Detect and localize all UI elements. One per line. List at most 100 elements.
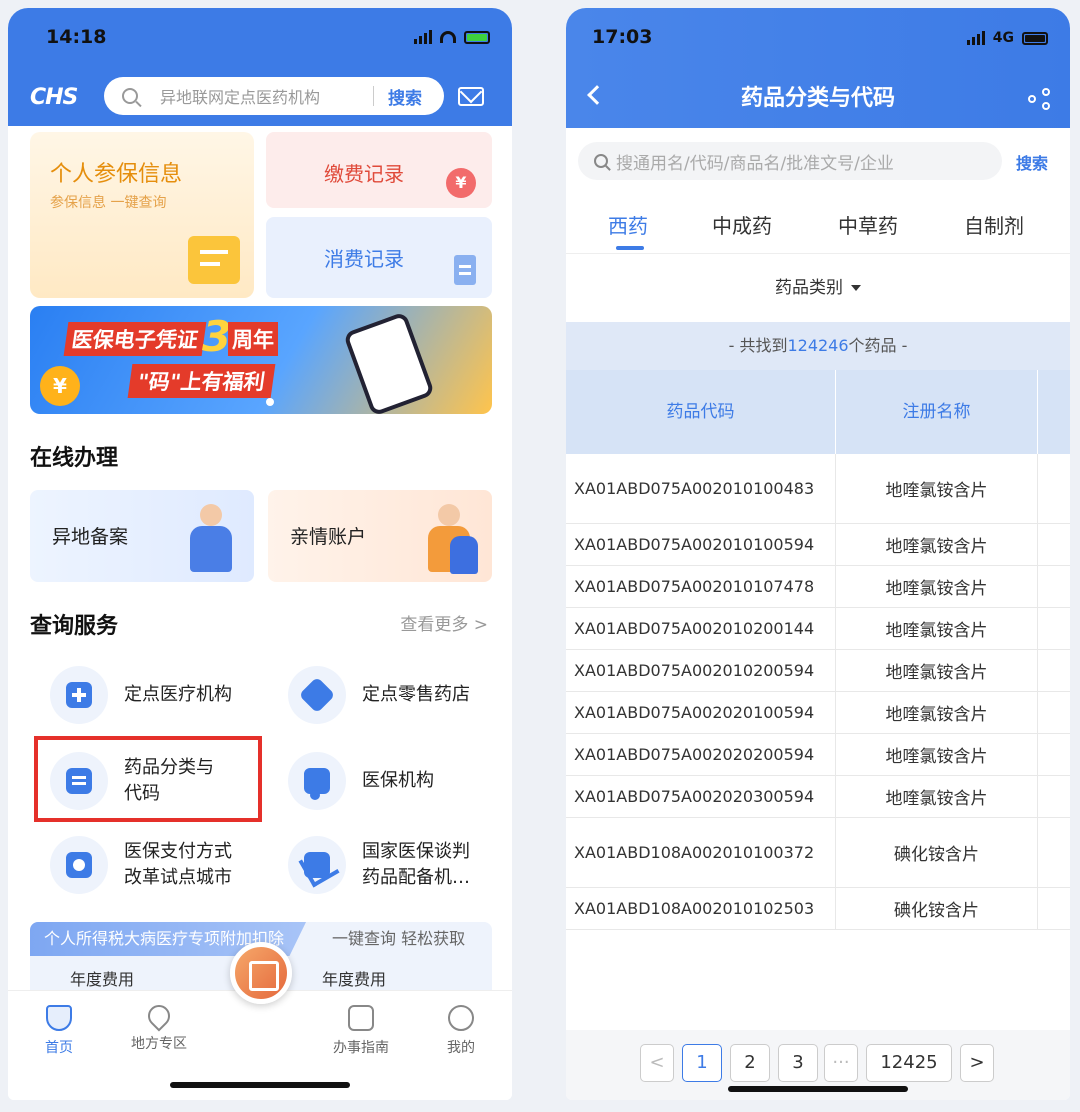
tab-hospital-prep[interactable]: 自制剂 — [964, 210, 1024, 239]
personal-insurance-card[interactable]: 个人参保信息 参保信息 一键查询 — [30, 132, 254, 298]
wifi-icon — [440, 31, 456, 43]
table-body: XA01ABD075A002010100483 地喹氯铵含片 XA01ABD075A… — [566, 454, 1070, 930]
banner-line1: 医保电子凭证 — [63, 322, 207, 356]
status-icons: 4G — [966, 30, 1048, 46]
table-row[interactable]: XA01ABD075A002020300594 地喹氯铵含片 — [566, 776, 1070, 818]
overflow-cell — [1038, 776, 1070, 817]
table-row[interactable]: XA01ABD075A002010200594 地喹氯铵含片 — [566, 650, 1070, 692]
caret-down-icon — [851, 285, 861, 291]
column-header-code: 药品代码 — [566, 370, 836, 454]
drug-name-cell: 地喹氯铵含片 — [836, 566, 1038, 607]
annual-cost-label: 年度费用 — [322, 970, 387, 989]
tax-subtitle: 一键查询 轻松获取 — [332, 929, 466, 948]
status-time: 17:03 — [592, 26, 653, 48]
page-button[interactable]: 1 — [682, 1044, 722, 1082]
share-icon[interactable] — [1028, 88, 1050, 110]
drug-search-input[interactable]: 搜通用名/代码/商品名/批准文号/企业 — [578, 142, 1002, 180]
tab-label: 地方专区 — [131, 1036, 187, 1052]
column-header-name: 注册名称 — [836, 370, 1038, 454]
network-type: 4G — [992, 30, 1014, 46]
drug-name-cell: 地喹氯铵含片 — [836, 734, 1038, 775]
search-icon — [122, 88, 138, 104]
table-row[interactable]: XA01ABD075A002010100594 地喹氯铵含片 — [566, 524, 1070, 566]
payment-record-card[interactable]: 缴费记录 ¥ — [266, 132, 492, 208]
drug-name-cell: 碘化铵含片 — [836, 818, 1038, 887]
tab-chinese-herbal[interactable]: 中草药 — [838, 210, 898, 239]
tab-local[interactable]: 地方专区 — [124, 1000, 194, 1053]
folder-icon — [188, 236, 240, 284]
tab-chinese-patent[interactable]: 中成药 — [712, 210, 772, 239]
table-row[interactable]: XA01ABD075A002010200144 地喹氯铵含片 — [566, 608, 1070, 650]
overflow-cell — [1038, 734, 1070, 775]
annual-cost-label: 年度费用 — [70, 970, 135, 989]
home-indicator — [728, 1086, 908, 1092]
category-dropdown[interactable]: 药品类别 — [566, 254, 1070, 322]
home-shield-icon — [46, 1005, 72, 1031]
table-row[interactable]: XA01ABD108A002010100372 碘化铵含片 — [566, 818, 1070, 888]
see-more-link[interactable]: 查看更多 > — [400, 610, 488, 635]
remote-filing-card[interactable]: 异地备案 — [30, 490, 254, 582]
overflow-cell — [1038, 650, 1070, 691]
tab-mine[interactable]: 我的 — [426, 1005, 496, 1057]
search-bar[interactable]: 异地联网定点医药机构 搜索 — [104, 77, 444, 115]
drug-code-cell: XA01ABD075A002010100483 — [566, 454, 836, 523]
tab-label: 办事指南 — [333, 1040, 389, 1056]
mail-icon[interactable] — [458, 87, 484, 106]
personal-subtitle: 参保信息 一键查询 — [50, 195, 167, 211]
monitor-icon — [50, 836, 108, 894]
drug-code-cell: XA01ABD075A002020300594 — [566, 776, 836, 817]
count-suffix: 个药品 - — [848, 336, 908, 355]
drug-code-cell: XA01ABD075A002020200594 — [566, 734, 836, 775]
search-placeholder[interactable]: 搜通用名/代码/商品名/批准文号/企业 — [616, 149, 894, 174]
search-icon — [594, 154, 608, 168]
overflow-cell — [1038, 454, 1070, 523]
column-header-more — [1038, 370, 1070, 454]
network-icon — [288, 836, 346, 894]
table-header: 药品代码 注册名称 — [566, 370, 1070, 454]
page-button[interactable]: 2 — [730, 1044, 770, 1082]
service-negotiated-drugs[interactable]: 国家医保谈判 药品配备机… — [288, 830, 470, 900]
count-prefix: - 共找到 — [728, 336, 788, 355]
table-row[interactable]: XA01ABD075A002010100483 地喹氯铵含片 — [566, 454, 1070, 524]
overflow-cell — [1038, 524, 1070, 565]
payment-record-label: 缴费记录 — [324, 162, 404, 186]
coin-icon: ¥ — [40, 366, 80, 406]
signal-icon — [414, 30, 432, 44]
overflow-cell — [1038, 566, 1070, 607]
count-number: 124246 — [787, 336, 849, 355]
personal-title: 个人参保信息 — [50, 162, 183, 187]
service-insurance-org[interactable]: 医保机构 — [288, 746, 434, 816]
person-illustration-icon — [182, 504, 240, 576]
ellipsis-button[interactable]: ··· — [824, 1044, 858, 1082]
qr-code-button[interactable] — [230, 942, 292, 1004]
yen-icon: ¥ — [446, 168, 476, 198]
tab-western-medicine[interactable]: 西药 — [608, 210, 648, 239]
family-account-card[interactable]: 亲情账户 — [268, 490, 492, 582]
search-placeholder[interactable]: 异地联网定点医药机构 — [160, 84, 373, 108]
service-payment-reform[interactable]: 医保支付方式 改革试点城市 — [50, 830, 232, 900]
result-count: - 共找到124246个药品 - — [566, 322, 1070, 370]
consumption-record-card[interactable]: 消费记录 — [266, 217, 492, 298]
table-row[interactable]: XA01ABD075A002020100594 地喹氯铵含片 — [566, 692, 1070, 734]
promo-banner[interactable]: ¥ 医保电子凭证 3 周年 "码"上有福利 — [30, 306, 492, 414]
service-designated-hospital[interactable]: 定点医疗机构 — [50, 660, 232, 730]
receipt-icon — [454, 255, 476, 285]
phone-illustration — [342, 311, 436, 414]
overflow-cell — [1038, 888, 1070, 929]
tab-guide[interactable]: 办事指南 — [326, 1005, 396, 1057]
status-bar: 14:18 — [8, 8, 512, 64]
search-button[interactable]: 搜索 — [1016, 150, 1048, 174]
drug-code-cell: XA01ABD108A002010100372 — [566, 818, 836, 887]
table-row[interactable]: XA01ABD075A002010107478 地喹氯铵含片 — [566, 566, 1070, 608]
table-row[interactable]: XA01ABD108A002010102503 碘化铵含片 — [566, 888, 1070, 930]
tab-home[interactable]: 首页 — [24, 1005, 94, 1057]
consumption-record-label: 消费记录 — [324, 247, 404, 271]
page-button[interactable]: 12425 — [866, 1044, 952, 1082]
page-button[interactable]: 3 — [778, 1044, 818, 1082]
service-retail-pharmacy[interactable]: 定点零售药店 — [288, 660, 470, 730]
prev-page-button[interactable]: < — [640, 1044, 674, 1082]
table-row[interactable]: XA01ABD075A002020200594 地喹氯铵含片 — [566, 734, 1070, 776]
category-label: 药品类别 — [775, 278, 843, 298]
next-page-button[interactable]: > — [960, 1044, 994, 1082]
search-button[interactable]: 搜索 — [374, 84, 444, 109]
